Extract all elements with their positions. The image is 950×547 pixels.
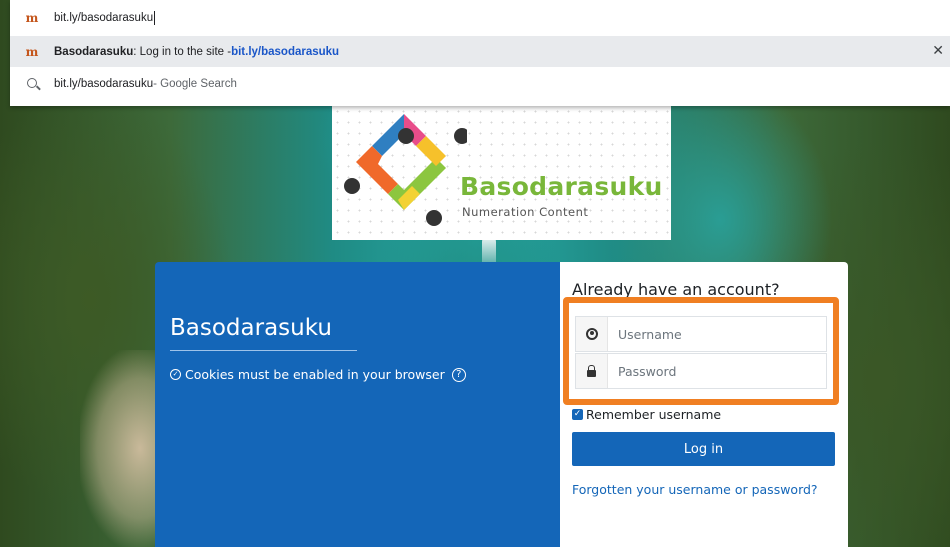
- address-input[interactable]: bit.ly/basodarasuku: [54, 11, 156, 25]
- check-circle-icon: ✓: [170, 369, 181, 380]
- address-bar-dropdown: m bit.ly/basodarasuku m Basodarasuku: Lo…: [10, 0, 950, 106]
- login-heading: Already have an account?: [572, 280, 780, 299]
- suggestion-description: : Log in to the site -: [133, 45, 232, 58]
- logo-mark-icon: [344, 114, 467, 226]
- moodle-favicon-icon: m: [25, 44, 39, 59]
- remember-checkbox[interactable]: ✓: [572, 409, 583, 420]
- suggestion-url: bit.ly/basodarasuku: [231, 45, 340, 58]
- username-input[interactable]: [608, 326, 818, 342]
- site-logo: Basodarasuku Numeration Content: [332, 106, 671, 240]
- remember-username[interactable]: ✓ Remember username: [572, 407, 721, 422]
- user-icon: [576, 317, 608, 351]
- suggestion-search-query: bit.ly/basodarasuku: [54, 78, 154, 90]
- login-info-panel: Basodarasuku ✓ Cookies must be enabled i…: [155, 262, 560, 547]
- moodle-favicon-icon: m: [25, 11, 39, 25]
- username-field[interactable]: [575, 316, 827, 352]
- remove-suggestion-close-icon[interactable]: ✕: [932, 42, 944, 59]
- divider: [170, 350, 357, 351]
- login-form-panel: Already have an account? ✓ Remember user…: [560, 262, 848, 547]
- search-icon: [10, 77, 54, 91]
- address-input-row[interactable]: m bit.ly/basodarasuku: [10, 0, 950, 36]
- cookie-notice: ✓ Cookies must be enabled in your browse…: [170, 367, 466, 382]
- logo-title: Basodarasuku: [460, 172, 663, 201]
- remember-label: Remember username: [586, 407, 722, 422]
- logo-subtitle: Numeration Content: [462, 205, 589, 219]
- forgot-password-link[interactable]: Forgotten your username or password?: [572, 482, 818, 497]
- help-icon[interactable]: ?: [451, 367, 466, 382]
- suggestion-search[interactable]: bit.ly/basodarasuku - Google Search: [10, 67, 950, 101]
- site-name-heading: Basodarasuku: [170, 315, 332, 341]
- login-button[interactable]: Log in: [572, 432, 835, 466]
- password-field[interactable]: [575, 353, 827, 389]
- suggestion-site[interactable]: m Basodarasuku: Log in to the site - bit…: [10, 36, 950, 67]
- suggestion-title: Basodarasuku: [54, 45, 134, 58]
- suggestion-search-suffix: - Google Search: [153, 78, 237, 90]
- password-input[interactable]: [608, 363, 818, 379]
- cookie-notice-text: Cookies must be enabled in your browser: [185, 367, 445, 382]
- lock-icon: [576, 354, 608, 388]
